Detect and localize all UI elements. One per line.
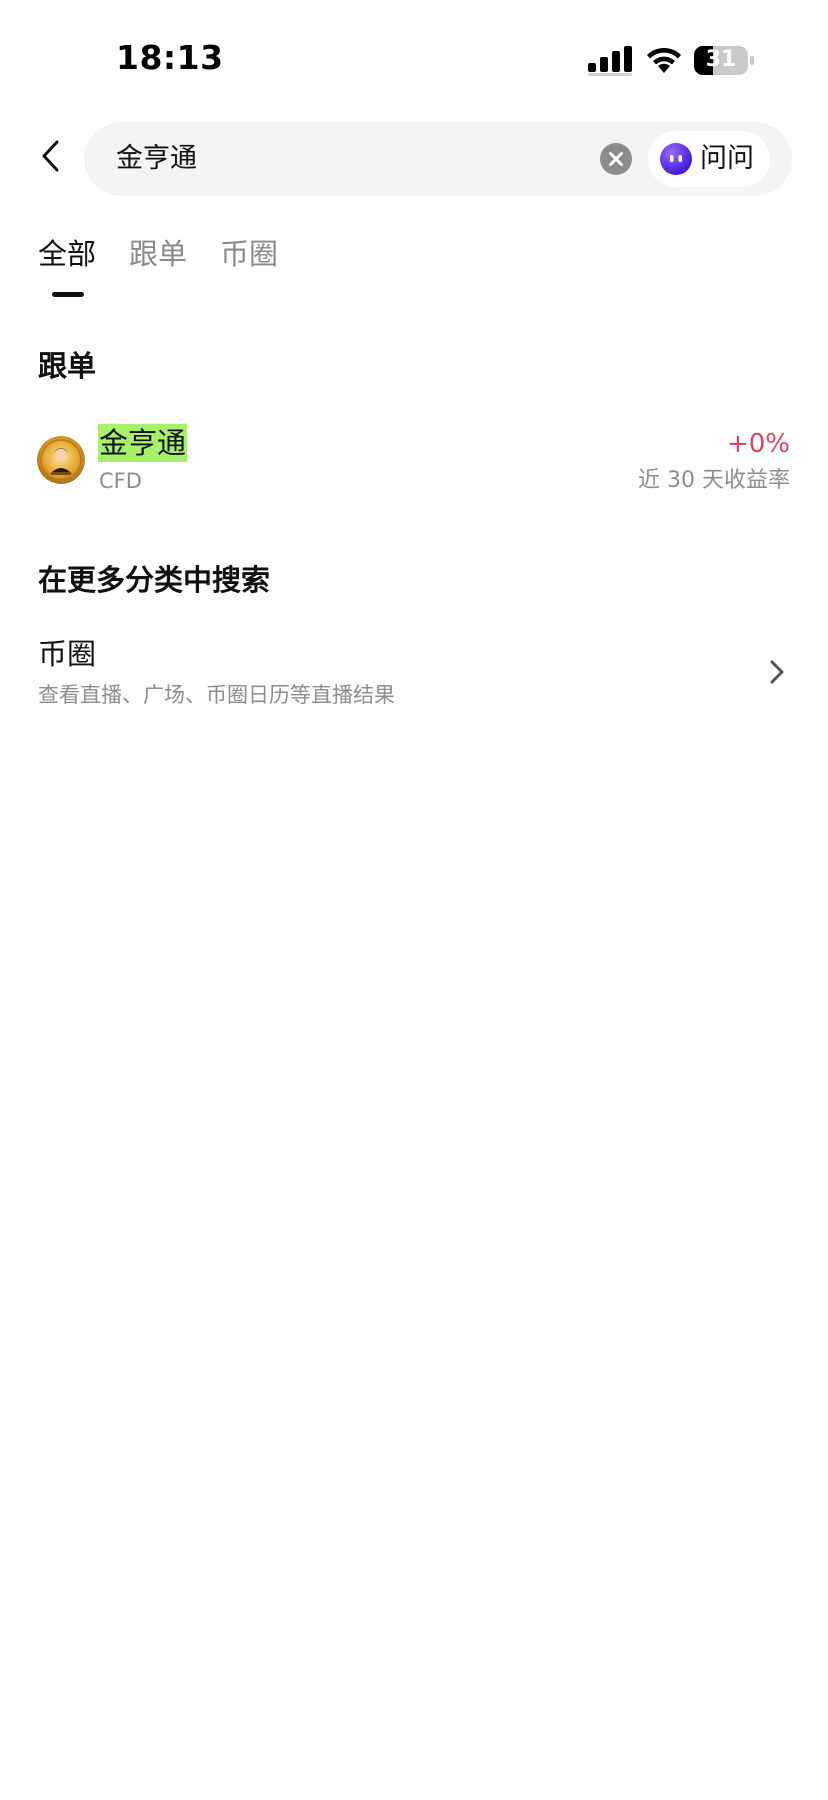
- trader-name: 金亨通: [98, 424, 188, 462]
- clear-icon[interactable]: [600, 143, 632, 175]
- ask-button[interactable]: 问问: [648, 131, 770, 187]
- category-item-coin-circle[interactable]: 币圈 查看直播、广场、币圈日历等直播结果: [0, 628, 828, 712]
- signal-icon: [588, 46, 632, 76]
- battery-level: 31: [705, 47, 737, 72]
- active-tab-indicator: [52, 292, 84, 297]
- tab-coin-circle[interactable]: 币圈: [220, 232, 278, 276]
- search-box[interactable]: 金亨通 问问: [84, 122, 792, 196]
- section-title-copy-trading: 跟单: [38, 349, 97, 383]
- search-input[interactable]: 金亨通: [116, 122, 197, 196]
- tab-copy-trading[interactable]: 跟单: [129, 232, 187, 276]
- section-title-more-categories: 在更多分类中搜索: [38, 563, 271, 597]
- avatar: [37, 436, 85, 484]
- category-description: 查看直播、广场、币圈日历等直播结果: [38, 683, 395, 707]
- assistant-icon: [660, 143, 692, 175]
- category-title: 币圈: [38, 637, 97, 671]
- trader-return-label: 近 30 天收益率: [638, 468, 790, 493]
- trader-type: CFD: [99, 469, 142, 493]
- chevron-right-icon: [770, 660, 784, 684]
- status-time: 18:13: [116, 38, 224, 77]
- back-arrow-icon: [42, 140, 59, 172]
- back-button[interactable]: [30, 136, 70, 176]
- ask-label: 问问: [700, 143, 754, 174]
- wifi-icon: [647, 47, 681, 73]
- status-bar: 18:13 31: [0, 0, 828, 100]
- trader-return-value: +0%: [726, 429, 790, 459]
- trader-result-row[interactable]: 金亨通 CFD +0% 近 30 天收益率: [0, 418, 828, 506]
- tab-all[interactable]: 全部: [38, 232, 96, 276]
